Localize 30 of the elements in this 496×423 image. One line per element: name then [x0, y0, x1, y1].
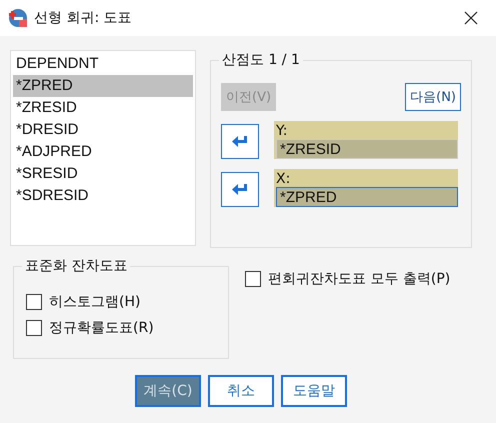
dialog-button[interactable]: 도움말 [281, 375, 347, 407]
next-button[interactable]: 다음(N) [405, 83, 461, 111]
group-title: 표준화 잔차도표 [22, 257, 130, 275]
window-title: 선형 회귀: 도표 [34, 9, 133, 27]
variable-item[interactable]: *ZRESID [13, 97, 193, 119]
variable-item[interactable]: *SDRESID [13, 185, 193, 207]
axis-label: Y: [276, 123, 288, 139]
variable-item[interactable]: *ADJPRED [13, 141, 193, 163]
dialog-button[interactable]: 취소 [208, 375, 274, 407]
arrow-icon [231, 182, 249, 196]
checkbox[interactable] [245, 271, 261, 287]
close-icon[interactable] [464, 11, 478, 25]
variable-item[interactable]: *SRESID [13, 163, 193, 185]
variable-list[interactable]: DEPENDNT *ZPRED *ZRESID *DRESID *ADJPRED *SRESID *SDRESID [10, 50, 196, 246]
move-button[interactable] [221, 124, 259, 159]
variable-item[interactable]: *ZPRED [13, 75, 193, 97]
checkbox-label: 정규확률도표(R) [49, 319, 154, 337]
arrow-icon [231, 134, 249, 148]
axis-field[interactable]: *ZRESID [276, 139, 458, 159]
move-button[interactable] [221, 172, 259, 207]
variable-item[interactable]: *DRESID [13, 119, 193, 141]
variable-item[interactable]: DEPENDNT [13, 53, 193, 75]
group-title: 산점도 1 / 1 [219, 51, 303, 69]
checkbox-label: 편회귀잔차도표 모두 출력(P) [268, 270, 450, 288]
checkbox[interactable] [26, 294, 42, 310]
axis-field[interactable]: *ZPRED [276, 187, 458, 207]
app-icon [8, 8, 28, 28]
checkbox[interactable] [26, 320, 42, 336]
checkbox-label: 히스토그램(H) [49, 293, 140, 311]
axis-label: X: [276, 171, 292, 187]
